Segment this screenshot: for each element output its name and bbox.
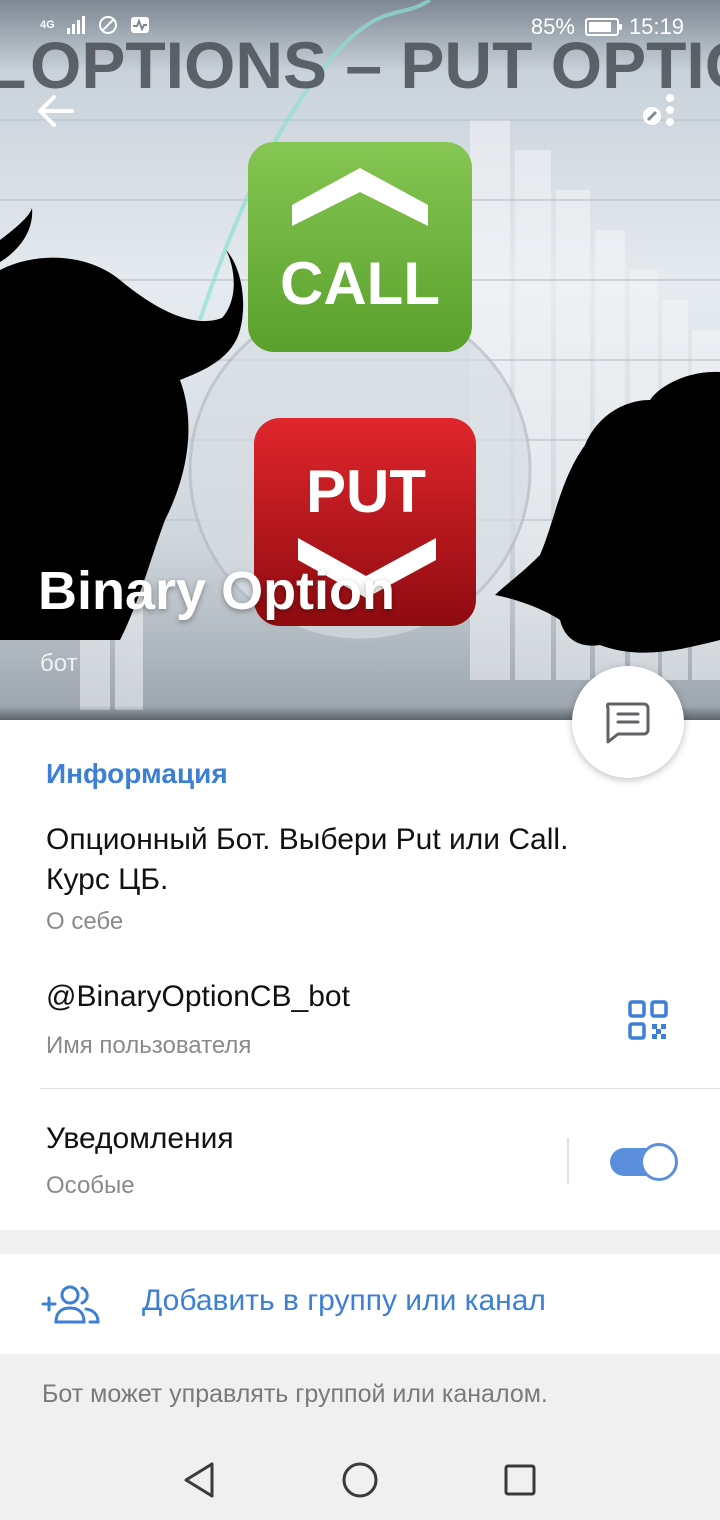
network-type: 4G <box>40 18 55 31</box>
notifications-row[interactable]: Уведомления Особые <box>0 1110 720 1220</box>
nav-back-button[interactable] <box>180 1460 220 1500</box>
status-bar: 4G 85% 15:19 <box>0 0 720 56</box>
add-users-icon <box>41 1285 100 1324</box>
username-caption: Имя пользователя <box>46 1032 252 1059</box>
activity-icon <box>130 17 149 33</box>
section-title-info: Информация <box>46 758 228 789</box>
username-row[interactable]: @BinaryOptionCB_bot Имя пользователя <box>0 970 720 1080</box>
profile-name: Binary Option <box>38 561 396 621</box>
nav-home-button[interactable] <box>340 1460 380 1500</box>
username-text: @BinaryOptionCB_bot <box>46 980 350 1013</box>
square-recents-icon <box>504 1464 536 1496</box>
status-bar-left: 4G <box>40 14 151 36</box>
triangle-back-icon <box>184 1462 214 1498</box>
bio-text: Опционный Бот. Выбери Put или Call. Курс… <box>46 823 569 896</box>
add-to-group-label: Добавить в группу или канал <box>142 1284 546 1317</box>
chat-bubble-icon <box>605 702 650 744</box>
arrow-left-icon <box>38 95 74 127</box>
status-bar-right: 85% 15:19 <box>531 14 684 40</box>
add-to-group-hint: Бот может управлять группой или каналом. <box>42 1380 548 1408</box>
data-saver-icon <box>98 16 117 34</box>
clock: 15:19 <box>628 14 684 39</box>
call-label: CALL <box>280 250 440 317</box>
info-section: Информация Опционный Бот. Выбери Put или… <box>0 720 720 1230</box>
profile-status: бот <box>40 650 78 677</box>
more-vertical-icon <box>643 94 674 126</box>
put-label: PUT <box>306 458 426 525</box>
notifications-title: Уведомления <box>46 1122 234 1155</box>
toggle-knob <box>640 1143 678 1181</box>
battery-icon <box>584 18 622 36</box>
vertical-separator <box>567 1138 569 1184</box>
signal-icon <box>66 16 85 34</box>
nav-recents-button[interactable] <box>500 1460 540 1500</box>
divider <box>40 1088 720 1089</box>
qr-code-button[interactable] <box>626 998 670 1042</box>
circle-home-icon <box>342 1462 378 1498</box>
system-navigation-bar <box>0 1440 720 1520</box>
battery-percent: 85% <box>530 14 575 39</box>
more-options-button[interactable] <box>636 90 682 132</box>
send-message-button[interactable] <box>572 666 684 778</box>
notifications-caption: Особые <box>46 1172 135 1199</box>
bio-caption: О себе <box>46 908 124 935</box>
back-button[interactable] <box>30 88 80 134</box>
notifications-toggle[interactable] <box>610 1143 678 1181</box>
profile-header: OPTIONS – PUT OPTIO L CALL PUT 4G 85% 15… <box>0 0 720 720</box>
add-to-group-button[interactable]: Добавить в группу или канал <box>0 1254 720 1354</box>
